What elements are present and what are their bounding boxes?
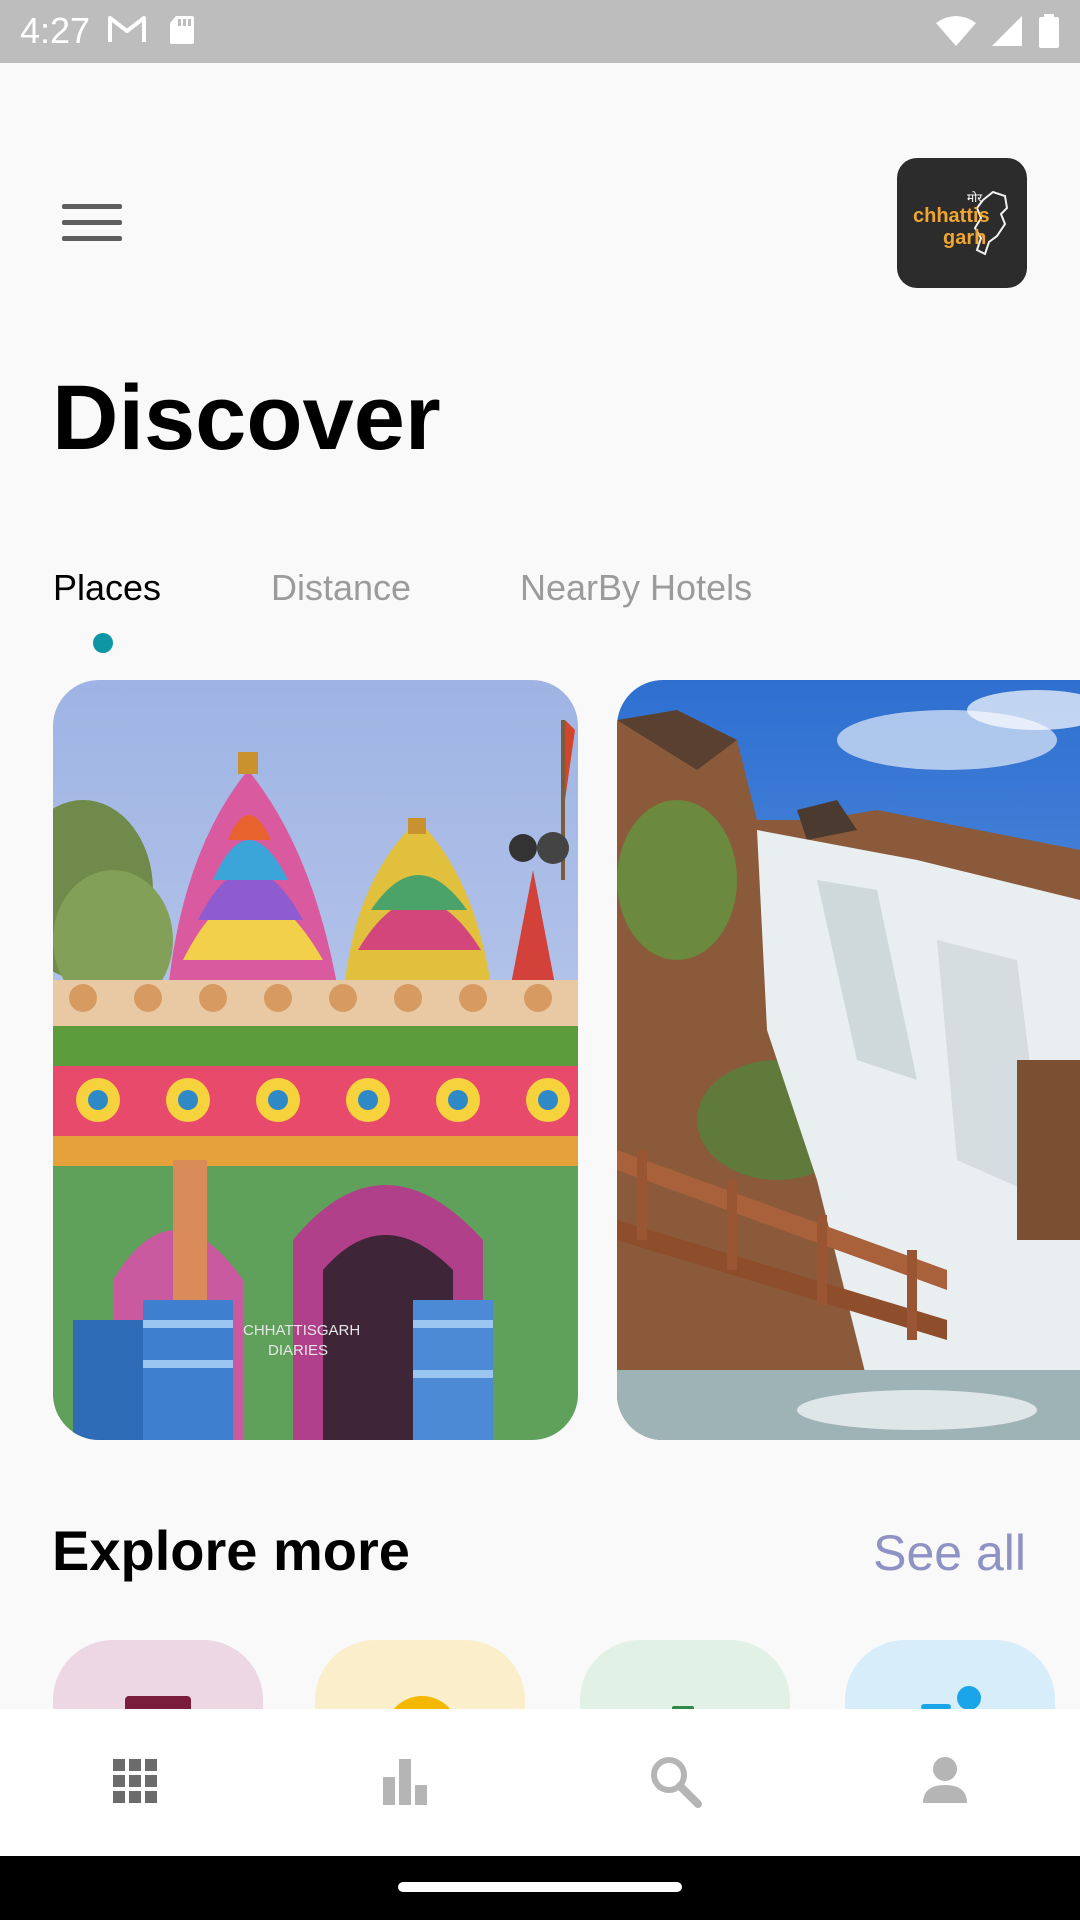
explore-tile-4-icon bbox=[957, 1686, 981, 1710]
place-card-temple[interactable]: CHHATTISGARH DIARIES bbox=[53, 680, 578, 1440]
system-gesture-bar bbox=[0, 1856, 1080, 1920]
status-left-icons bbox=[108, 14, 196, 51]
watermark-line2: DIARIES bbox=[268, 1342, 328, 1359]
nav-profile[interactable] bbox=[915, 1751, 975, 1811]
bottom-navigation bbox=[0, 1709, 1080, 1856]
status-time: 4:27 bbox=[20, 10, 91, 51]
home-gesture-handle[interactable] bbox=[398, 1882, 682, 1892]
apps-grid-icon bbox=[113, 1759, 157, 1803]
temple-image: CHHATTISGARH DIARIES bbox=[53, 680, 578, 1440]
cell-signal-icon bbox=[990, 15, 1024, 52]
waterfall-image bbox=[617, 680, 1080, 1440]
svg-text:garh: garh bbox=[943, 227, 986, 249]
nav-search[interactable] bbox=[645, 1751, 705, 1811]
status-right-icons bbox=[936, 14, 1060, 53]
chhattisgarh-logo-icon: chhattis garh मोर bbox=[913, 190, 1009, 256]
sd-card-icon bbox=[168, 14, 196, 51]
page-title: Discover bbox=[52, 367, 441, 469]
nav-stats[interactable] bbox=[375, 1751, 435, 1811]
tab-distance[interactable]: Distance bbox=[271, 566, 411, 610]
place-card-waterfall[interactable] bbox=[617, 680, 1080, 1440]
nav-apps[interactable] bbox=[105, 1751, 165, 1811]
active-tab-indicator bbox=[93, 633, 113, 653]
watermark-line1: CHHATTISGARH bbox=[243, 1322, 360, 1339]
status-bar: 4:27 bbox=[0, 0, 1080, 63]
tab-places[interactable]: Places bbox=[53, 566, 161, 610]
wifi-icon bbox=[936, 15, 976, 52]
gmail-icon bbox=[108, 14, 146, 51]
battery-icon bbox=[1038, 14, 1060, 53]
app-logo[interactable]: chhattis garh मोर bbox=[897, 158, 1027, 288]
see-all-link[interactable]: See all bbox=[873, 1523, 1026, 1583]
svg-text:chhattis: chhattis bbox=[913, 205, 990, 227]
explore-more-title: Explore more bbox=[52, 1519, 410, 1582]
svg-text:मोर: मोर bbox=[967, 191, 983, 205]
menu-button[interactable] bbox=[52, 192, 132, 252]
search-icon bbox=[651, 1757, 702, 1808]
tab-nearby-hotels[interactable]: NearBy Hotels bbox=[520, 566, 752, 610]
person-icon bbox=[923, 1757, 967, 1803]
bar-chart-icon bbox=[383, 1759, 427, 1805]
